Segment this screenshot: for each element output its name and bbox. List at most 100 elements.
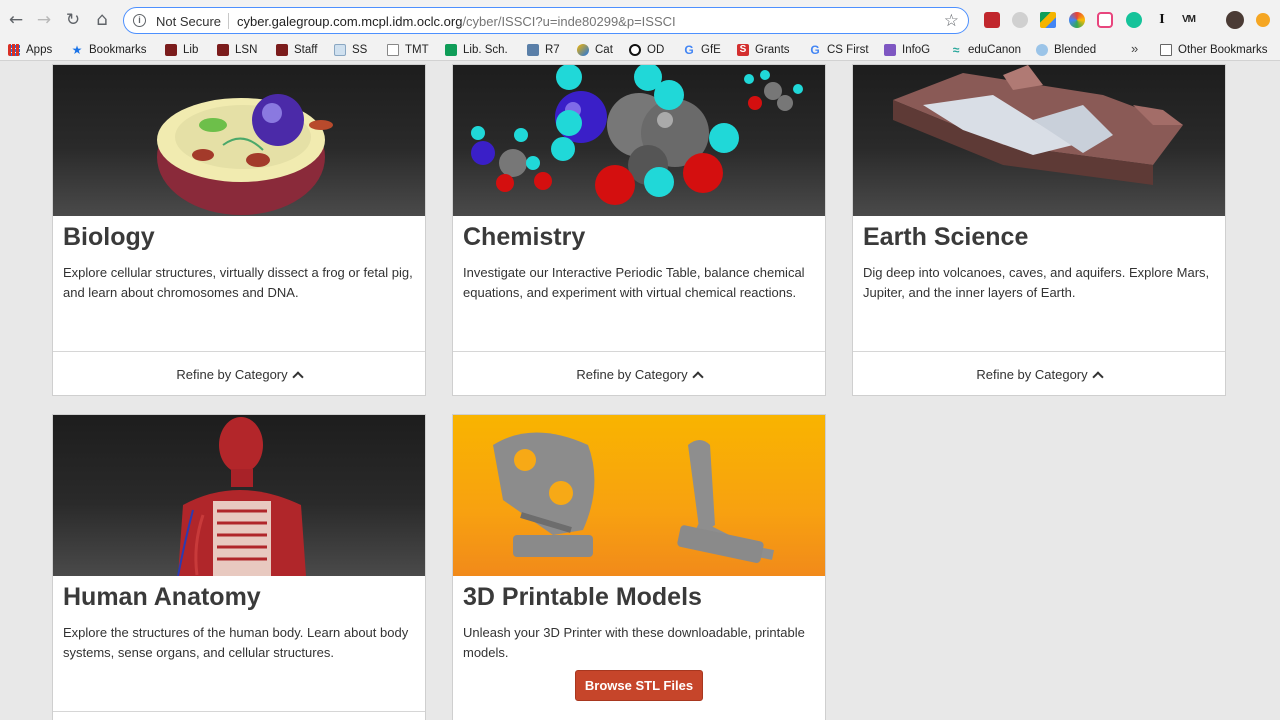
extension-gray-icon[interactable] <box>1012 12 1028 28</box>
url-text[interactable]: cyber.galegroup.com.mcpl.idm.oclc.org/cy… <box>237 14 676 29</box>
bookmark-label: Staff <box>294 44 318 56</box>
extension-red-book-icon[interactable] <box>984 12 1000 28</box>
divider <box>53 711 425 712</box>
refine-label: Refine by Category <box>576 366 688 382</box>
page-icon <box>387 44 399 56</box>
bookmark-cat[interactable]: Cat <box>577 42 613 58</box>
security-label[interactable]: Not Secure <box>156 14 221 29</box>
bookmark-r7[interactable]: R7 <box>527 42 560 58</box>
mail-favicon <box>334 44 346 56</box>
refine-label: Refine by Category <box>176 366 288 382</box>
molecule-models-illustration <box>471 65 803 205</box>
site-favicon <box>217 44 229 56</box>
google-icon: G <box>810 43 820 57</box>
bookmark-label: LSN <box>235 44 258 56</box>
bookmark-bookmarks[interactable]: ★ Bookmarks <box>71 42 147 58</box>
card-title[interactable]: 3D Printable Models <box>463 583 702 612</box>
card-title[interactable]: Chemistry <box>463 223 585 252</box>
bookmarks-overflow-chevron[interactable]: » <box>1131 41 1138 56</box>
card-earth-science: Earth Science Dig deep into volcanoes, c… <box>852 64 1226 396</box>
bookmark-educanon[interactable]: ≈ eduCanon <box>950 42 1021 58</box>
extension-vm-icon[interactable]: VM <box>1182 12 1202 28</box>
address-bar[interactable]: i Not Secure cyber.galegroup.com.mcpl.id… <box>123 7 969 34</box>
google-drive-icon[interactable] <box>1040 12 1056 28</box>
educanon-icon: ≈ <box>952 43 960 57</box>
bookmark-label: SS <box>352 44 368 56</box>
refine-by-category-toggle[interactable]: Refine by Category <box>853 351 1225 396</box>
biology-image[interactable] <box>53 65 425 216</box>
extension-orange-icon[interactable] <box>1256 13 1270 27</box>
bookmark-blended[interactable]: Blended <box>1036 42 1096 58</box>
extension-i-icon[interactable]: I <box>1154 12 1170 28</box>
human-torso-model-illustration <box>177 417 306 576</box>
bookmark-label: Cat <box>595 44 613 56</box>
site-favicon <box>165 44 177 56</box>
chart-icon <box>884 44 896 56</box>
card-title[interactable]: Human Anatomy <box>63 583 261 612</box>
bookmark-tmt[interactable]: TMT <box>387 42 429 58</box>
bookmark-cs-first[interactable]: G CS First <box>809 42 869 58</box>
extension-pink-play-icon[interactable] <box>1097 12 1113 28</box>
bookmark-apps[interactable]: Apps <box>8 42 52 58</box>
bookmark-other-bookmarks[interactable]: Other Bookmarks <box>1160 42 1267 58</box>
glacier-terrain-model-illustration <box>893 65 1183 185</box>
browse-stl-files-button[interactable]: Browse STL Files <box>575 670 703 701</box>
url-path: /cyber/ISSCI?u=inde80299&p=ISSCI <box>462 14 676 29</box>
grammarly-icon[interactable] <box>1126 12 1142 28</box>
bookmark-label: CS First <box>827 44 869 56</box>
bookmark-gfe[interactable]: G GfE <box>683 42 721 58</box>
card-description: Dig deep into volcanoes, caves, and aqui… <box>863 265 1210 300</box>
chevron-up-icon <box>691 370 704 383</box>
bookmark-label: OD <box>647 44 665 56</box>
home-icon[interactable]: ⌂ <box>92 10 112 30</box>
divider <box>228 13 229 29</box>
bookmark-label: R7 <box>545 44 560 56</box>
refine-by-category-toggle[interactable]: Refine by Category <box>53 351 425 396</box>
extension-color-wheel-icon[interactable] <box>1069 12 1085 28</box>
bookmark-lsn[interactable]: LSN <box>217 42 257 58</box>
bookmark-label: Bookmarks <box>89 44 147 56</box>
bookmark-label: eduCanon <box>968 44 1022 56</box>
bookmark-lib[interactable]: Lib <box>165 42 198 58</box>
refine-label: Refine by Category <box>976 366 1088 382</box>
chevron-up-icon <box>291 370 304 383</box>
bookmark-label: InfoG <box>902 44 931 56</box>
bookmark-label: Blended <box>1054 44 1097 56</box>
bookmark-staff[interactable]: Staff <box>276 42 317 58</box>
grants-icon: S <box>737 44 749 56</box>
human-anatomy-image[interactable] <box>53 415 425 576</box>
bookmark-od[interactable]: OD <box>629 42 664 58</box>
card-3d-printable-models: 3D Printable Models Unleash your 3D Prin… <box>452 414 826 720</box>
3d-printable-models-image[interactable] <box>453 415 825 576</box>
info-icon[interactable]: i <box>133 14 146 27</box>
chemistry-image[interactable] <box>453 65 825 216</box>
bookmark-infog[interactable]: InfoG <box>884 42 930 58</box>
sheets-icon <box>445 44 457 56</box>
apps-grid-icon <box>8 44 20 56</box>
forward-arrow-icon[interactable]: → <box>34 10 54 30</box>
browser-toolbar: ← → ↻ ⌂ i Not Secure cyber.galegroup.com… <box>0 0 1280 40</box>
site-favicon <box>577 44 589 56</box>
star-icon: ★ <box>71 43 83 57</box>
card-title[interactable]: Biology <box>63 223 155 252</box>
url-host: cyber.galegroup.com.mcpl.idm.oclc.org <box>237 14 463 29</box>
back-arrow-icon[interactable]: ← <box>6 10 26 30</box>
bookmark-label: TMT <box>405 44 429 56</box>
bookmark-label: GfE <box>701 44 721 56</box>
reload-icon[interactable]: ↻ <box>63 10 83 30</box>
bookmark-grants[interactable]: S Grants <box>737 42 790 58</box>
bookmark-label: Grants <box>755 44 790 56</box>
card-description: Unleash your 3D Printer with these downl… <box>463 625 805 660</box>
bookmark-label: Other Bookmarks <box>1178 44 1268 56</box>
card-description: Explore cellular structures, virtually d… <box>63 265 413 300</box>
earth-science-image[interactable] <box>853 65 1225 216</box>
avatar[interactable] <box>1226 11 1244 29</box>
card-description: Explore the structures of the human body… <box>63 625 409 660</box>
bookmark-ss[interactable]: SS <box>334 42 367 58</box>
bookmark-lib-sch[interactable]: Lib. Sch. <box>445 42 508 58</box>
bookmark-star-icon[interactable]: ☆ <box>944 11 959 31</box>
refine-by-category-toggle[interactable]: Refine by Category <box>453 351 825 396</box>
google-icon: G <box>684 43 694 57</box>
card-title[interactable]: Earth Science <box>863 223 1028 252</box>
card-chemistry: Chemistry Investigate our Interactive Pe… <box>452 64 826 396</box>
